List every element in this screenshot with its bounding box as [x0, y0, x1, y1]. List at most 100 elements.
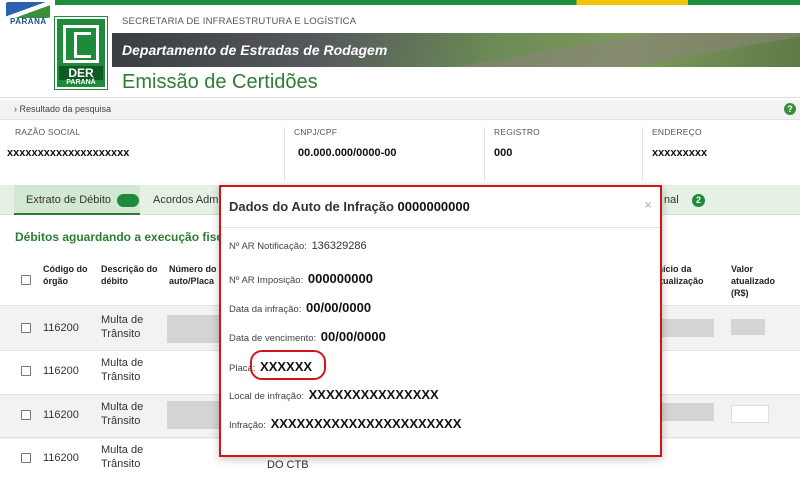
field-value: 00/00/0000 — [306, 300, 372, 315]
modal-divider — [221, 227, 660, 228]
infracao-field: Infração: XXXXXXXXXXXXXXXXXXXXXX — [229, 416, 461, 431]
row-checkbox[interactable] — [21, 410, 31, 420]
razao-social-value: xxxxxxxxxxxxxxxxxxxx — [7, 147, 130, 159]
codigo-cell: 116200 — [43, 365, 79, 377]
field-value: 000000000 — [307, 271, 373, 286]
endereco-value: xxxxxxxxx — [652, 147, 708, 159]
tab-acordos[interactable]: Acordos Adm — [153, 185, 223, 215]
infracao-cell: DO CTB — [267, 459, 309, 471]
placa-highlight-annotation — [250, 350, 326, 380]
header-line: Código do — [43, 264, 88, 274]
cnpj-label: CNPJ/CPF — [294, 127, 338, 137]
header-line: (R$) — [731, 288, 749, 298]
der-logo-subtext: PARANÁ — [66, 79, 96, 86]
der-logo-mark — [63, 25, 99, 63]
header-divider — [0, 97, 800, 98]
header-line: órgão — [43, 276, 69, 286]
redacted-value — [731, 405, 769, 423]
header-line: débito — [101, 276, 128, 286]
header-codigo[interactable]: Código do órgão — [43, 263, 88, 287]
page-title: Emissão de Certidões — [122, 71, 318, 93]
descricao-line: Multa de — [101, 357, 144, 369]
modal-title: Dados do Auto de Infração 0000000000 — [229, 199, 470, 214]
row-checkbox[interactable] — [21, 453, 31, 463]
codigo-cell: 116200 — [43, 452, 79, 464]
redacted-value — [731, 319, 765, 335]
parana-flag-icon — [6, 2, 50, 18]
razao-social-label: RAZÃO SOCIAL — [15, 127, 81, 137]
info-divider — [284, 127, 285, 181]
header-line: Valor — [731, 264, 754, 274]
descricao-cell: Multa de Trânsito — [101, 313, 143, 341]
descricao-line: Trânsito — [101, 371, 141, 383]
data-infracao-field: Data da infração: 00/00/0000 — [229, 300, 371, 315]
top-color-strip — [55, 0, 800, 5]
local-infracao-field: Local de infração: XXXXXXXXXXXXXXX — [229, 387, 439, 402]
registro-label: REGISTRO — [494, 127, 540, 137]
tab-extrato-debito[interactable]: Extrato de Débito — [14, 185, 140, 215]
tab-label: Extrato de Débito — [26, 194, 111, 206]
registro-value: 000 — [494, 147, 513, 159]
field-value: XXXXXXXXXXXXXXXXXXXXXX — [270, 416, 462, 431]
codigo-cell: 116200 — [43, 409, 79, 421]
field-label: Data da infração: — [229, 304, 302, 315]
der-logo-text: DER — [59, 66, 103, 80]
row-checkbox[interactable] — [21, 366, 31, 376]
header-line: Número do — [169, 264, 217, 274]
descricao-line: Trânsito — [101, 415, 141, 427]
field-label: Nº AR Notificação: — [229, 241, 307, 252]
select-all-checkbox[interactable] — [21, 275, 31, 285]
field-label: Data de vencimento: — [229, 333, 317, 344]
header-valor[interactable]: Valor atualizado (R$) — [731, 263, 775, 299]
question-icon[interactable]: ? — [784, 103, 796, 115]
header-numero[interactable]: Número do auto/Placa — [169, 263, 217, 287]
endereco-label: ENDEREÇO — [652, 127, 702, 137]
descricao-line: Trânsito — [101, 328, 141, 340]
row-checkbox[interactable] — [21, 323, 31, 333]
header-line: auto/Placa — [169, 276, 215, 286]
descricao-cell: Multa de Trânsito — [101, 400, 143, 428]
breadcrumb-link[interactable]: › Resultado da pesquisa — [14, 104, 111, 114]
descricao-line: Trânsito — [101, 458, 141, 470]
razao-social-field: RAZÃO SOCIAL xxxxxxxxxxxxxxxxxxxx — [7, 127, 277, 181]
descricao-line: Multa de — [101, 444, 144, 456]
field-label: Nº AR Imposição: — [229, 275, 304, 286]
redacted-auto — [167, 401, 219, 429]
field-value: 00/00/0000 — [320, 329, 386, 344]
auto-infracao-modal: Dados do Auto de Infração 0000000000 × N… — [219, 185, 662, 457]
field-value: 136329286 — [311, 240, 367, 252]
cnpj-field: CNPJ/CPF 00.000.000/0000-00 — [294, 127, 479, 181]
cnpj-value: 00.000.000/0000-00 — [298, 147, 397, 159]
field-label: Local de infração: — [229, 391, 304, 402]
info-divider — [642, 127, 643, 181]
codigo-cell: 116200 — [43, 322, 79, 334]
redacted-date — [662, 319, 714, 337]
field-value: XXXXXXXXXXXXXXX — [308, 387, 439, 402]
section-title: Débitos aguardando a execução fiscal — [15, 230, 234, 244]
descricao-cell: Multa de Trânsito — [101, 443, 143, 471]
tab-count-badge: 2 — [692, 194, 705, 207]
header-line: Início da — [655, 264, 692, 274]
header-line: atualizado — [731, 276, 776, 286]
header-descricao[interactable]: Descrição do débito — [101, 263, 158, 287]
breadcrumb: › Resultado da pesquisa ? — [0, 100, 800, 120]
header-inicio[interactable]: Início da atualização — [655, 263, 704, 287]
tab-label: Acordos Adm — [153, 194, 219, 206]
road-image — [420, 33, 800, 67]
header-line: Descrição do — [101, 264, 158, 274]
parana-government-logo[interactable]: PARANÁ — [6, 2, 50, 30]
data-vencimento-field: Data de vencimento: 00/00/0000 — [229, 329, 386, 344]
descricao-cell: Multa de Trânsito — [101, 356, 143, 384]
tab-other[interactable]: nal — [664, 185, 694, 215]
modal-title-label: Dados do Auto de Infração — [229, 199, 394, 214]
secretaria-label: SECRETARIA DE INFRAESTRUTURA E LOGÍSTICA — [122, 16, 357, 27]
ar-imposicao-field: Nº AR Imposição: 000000000 — [229, 271, 373, 286]
close-icon[interactable]: × — [644, 197, 652, 212]
header-line: atualização — [655, 276, 704, 286]
redacted-auto — [167, 315, 219, 343]
status-pill — [117, 193, 139, 207]
gov-logo-text: PARANÁ — [10, 17, 47, 26]
site-header: PARANÁ SECRETARIA DE INFRAESTRUTURA E LO… — [0, 0, 800, 98]
redacted-date — [662, 403, 714, 421]
der-logo[interactable]: DER PARANÁ — [54, 16, 108, 90]
